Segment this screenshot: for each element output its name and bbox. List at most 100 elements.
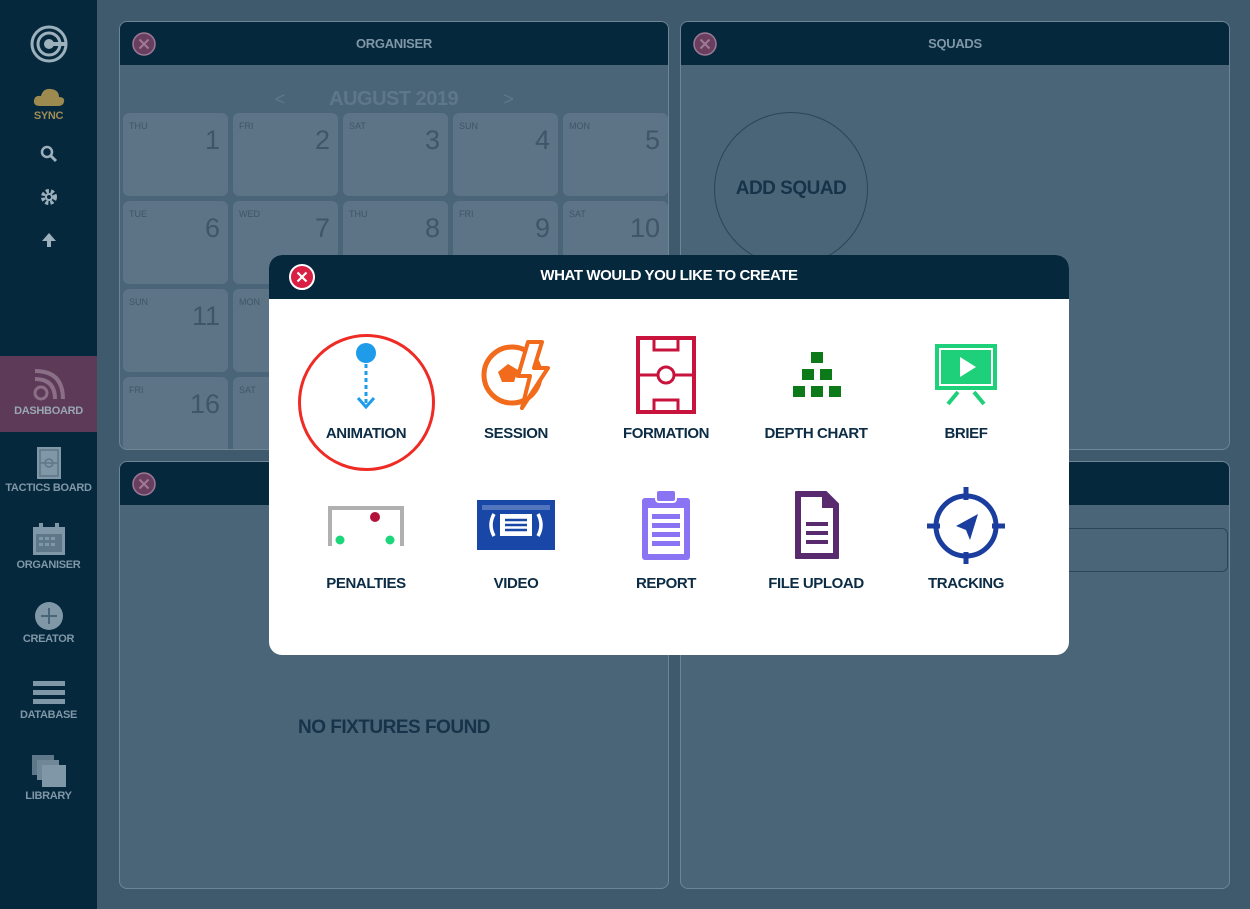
upload-button[interactable] [0,231,97,249]
month-label: AUGUST 2019 [329,88,459,110]
day-number: 7 [314,213,330,243]
day-number: 1 [204,125,220,155]
day-of-week: FRI [129,385,144,395]
calendar-day[interactable]: TUE 6 [123,201,228,284]
day-of-week: WED [239,209,260,219]
dashboard-icon [33,369,65,401]
formation-icon [636,336,696,414]
logo-icon [30,25,67,63]
day-of-week: SAT [239,385,256,395]
day-of-week: SUN [459,121,479,131]
sidebar-item-label: ORGANISER [16,559,81,571]
sync-label: SYNC [33,110,64,122]
sidebar: SYNC DASHBOARD TACTICS BOARD ORGANISER C… [0,0,97,909]
option-label: VIDEO [493,575,539,592]
create-modal: WHAT WOULD YOU LIKE TO CREATE ANIMATION … [269,255,1069,655]
day-number: 6 [204,213,220,243]
create-tracking-option[interactable]: TRACKING [891,484,1041,624]
close-icon[interactable] [132,32,156,56]
option-label: REPORT [635,575,697,592]
add-squad-button[interactable]: ADD SQUAD [714,112,868,266]
file-upload-icon [795,491,839,559]
day-number: 11 [191,301,220,331]
list-icon [32,681,65,704]
day-of-week: THU [129,121,148,131]
option-label: PENALTIES [326,575,406,592]
sidebar-item-organiser[interactable]: ORGANISER [0,523,97,571]
sidebar-item-tactics-board[interactable]: TACTICS BOARD [0,446,97,494]
close-icon[interactable] [132,472,156,496]
day-of-week: FRI [239,121,254,131]
option-label: FORMATION [622,425,710,442]
prev-month-button[interactable]: < [275,89,286,109]
create-brief-option[interactable]: BRIEF [891,334,1041,474]
create-animation-option[interactable]: ANIMATION [291,334,441,474]
animation-icon [356,343,376,410]
folders-icon [31,755,66,787]
day-of-week: TUE [129,209,147,219]
sidebar-item-database[interactable]: DATABASE [0,679,97,721]
option-label: DEPTH CHART [764,425,868,442]
create-file-upload-option[interactable]: FILE UPLOAD [741,484,891,624]
settings-button[interactable] [0,188,97,206]
sidebar-item-label: LIBRARY [25,790,72,802]
tracking-icon [927,487,1005,564]
sidebar-item-label: DASHBOARD [14,405,83,417]
close-icon[interactable] [693,32,717,56]
sync-button[interactable]: SYNC [0,86,97,122]
sidebar-item-creator[interactable]: CREATOR [0,601,97,645]
calendar-day[interactable]: SUN 4 [453,113,558,196]
calendar-icon [32,523,65,555]
day-of-week: MON [239,297,260,307]
sidebar-item-label: TACTICS BOARD [5,482,92,494]
day-of-week: FRI [459,209,474,219]
calendar-day[interactable]: SAT 3 [343,113,448,196]
create-formation-option[interactable]: FORMATION [591,334,741,474]
day-number: 16 [189,389,220,419]
sidebar-item-label: DATABASE [19,709,78,721]
month-navigator: < AUGUST 2019 > [120,88,668,111]
create-session-option[interactable]: SESSION [441,334,591,474]
penalties-icon [328,506,404,546]
modal-title: WHAT WOULD YOU LIKE TO CREATE [540,267,798,284]
plus-circle-icon [34,602,63,630]
create-depth-chart-option[interactable]: DEPTH CHART [741,334,891,474]
sidebar-item-library[interactable]: LIBRARY [0,754,97,802]
calendar-day[interactable]: SUN 11 [123,289,228,372]
app-logo[interactable] [0,24,97,64]
day-number: 5 [644,125,660,155]
calendar-day[interactable]: MON 5 [563,113,668,196]
create-report-option[interactable]: REPORT [591,484,741,624]
day-number: 3 [424,125,440,155]
close-icon[interactable] [289,264,315,290]
day-of-week: MON [569,121,590,131]
brief-icon [935,344,997,406]
depth-chart-icon [793,352,841,397]
search-icon [40,145,57,163]
create-penalties-option[interactable]: PENALTIES [291,484,441,624]
calendar-day[interactable]: FRI 2 [233,113,338,196]
next-month-button[interactable]: > [503,89,514,109]
day-number: 4 [534,125,550,155]
create-video-option[interactable]: VIDEO [441,484,591,624]
day-number: 8 [424,213,440,243]
option-label: BRIEF [944,425,988,442]
option-label: ANIMATION [325,425,407,442]
cloud-icon [33,88,64,106]
tactics-board-icon [36,447,61,479]
squads-header: SQUADS [681,22,1229,65]
sidebar-item-dashboard[interactable]: DASHBOARD [0,356,97,432]
day-of-week: SAT [569,209,586,219]
calendar-day[interactable]: THU 1 [123,113,228,196]
day-of-week: THU [349,209,368,219]
day-number: 10 [629,213,660,243]
arrow-up-icon [41,233,56,247]
no-fixtures-message: NO FIXTURES FOUND [297,717,491,738]
day-number: 2 [314,125,330,155]
search-button[interactable] [0,145,97,163]
calendar-day[interactable]: FRI 16 [123,377,228,449]
squads-title: SQUADS [928,36,982,51]
day-of-week: SUN [129,297,149,307]
modal-header: WHAT WOULD YOU LIKE TO CREATE [269,255,1069,299]
option-label: FILE UPLOAD [768,575,864,592]
